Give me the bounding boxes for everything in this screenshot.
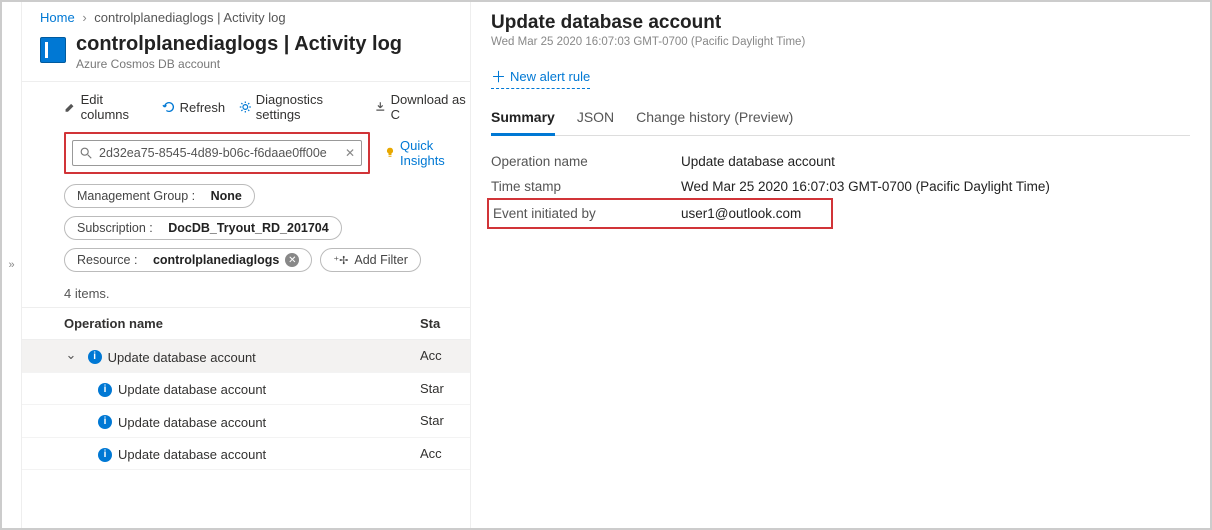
search-input-wrap: ✕: [72, 140, 362, 166]
filter-pill-resource[interactable]: Resource : controlplanediaglogs ✕: [64, 248, 312, 272]
table-row[interactable]: iUpdate database account Star: [22, 405, 470, 438]
col-status[interactable]: Sta: [420, 316, 470, 331]
field-value-timestamp: Wed Mar 25 2020 16:07:03 GMT-0700 (Pacif…: [681, 179, 1190, 194]
breadcrumb-home[interactable]: Home: [40, 10, 75, 25]
table-header: Operation name Sta: [22, 307, 470, 340]
quick-insights-link[interactable]: Quick Insights: [384, 138, 470, 168]
info-icon: i: [98, 383, 112, 397]
refresh-icon: [162, 100, 176, 114]
filter-pill-subscription[interactable]: Subscription : DocDB_Tryout_RD_201704: [64, 216, 342, 240]
field-value-initiated-by: user1@outlook.com: [681, 204, 1190, 223]
page-subtitle: Azure Cosmos DB account: [76, 57, 402, 71]
refresh-button[interactable]: Refresh: [162, 100, 226, 115]
status-cell: Acc: [420, 446, 470, 461]
breadcrumb: Home › controlplanediaglogs | Activity l…: [22, 10, 470, 31]
chevron-right-icon: ›: [82, 10, 86, 25]
filter-pill-mgmt-group[interactable]: Management Group : None: [64, 184, 255, 208]
detail-timestamp: Wed Mar 25 2020 16:07:03 GMT-0700 (Pacif…: [491, 36, 1190, 48]
table-row[interactable]: ⌄ iUpdate database account Acc: [22, 340, 470, 373]
plus-icon: ＋: [491, 66, 506, 87]
tab-summary[interactable]: Summary: [491, 103, 555, 136]
clear-search-button[interactable]: ✕: [345, 146, 355, 160]
field-label-timestamp: Time stamp: [491, 179, 681, 194]
status-cell: Star: [420, 413, 470, 428]
status-cell: Star: [420, 381, 470, 396]
download-icon: [374, 100, 387, 114]
status-cell: Acc: [420, 348, 470, 363]
bulb-icon: [384, 146, 396, 160]
search-input[interactable]: [99, 146, 339, 160]
diagnostics-button[interactable]: Diagnostics settings: [239, 92, 360, 122]
chevron-down-icon[interactable]: ⌄: [64, 347, 78, 363]
tab-change-history[interactable]: Change history (Preview): [636, 103, 793, 135]
col-operation[interactable]: Operation name: [64, 316, 420, 331]
expand-handle[interactable]: »: [2, 2, 22, 528]
remove-filter-button[interactable]: ✕: [285, 253, 299, 267]
info-icon: i: [98, 415, 112, 429]
edit-columns-button[interactable]: Edit columns: [64, 92, 148, 122]
item-count: 4 items.: [22, 280, 470, 307]
gear-icon: [239, 100, 252, 114]
download-button[interactable]: Download as C: [374, 92, 470, 122]
page-title: controlplanediaglogs | Activity log: [76, 33, 402, 56]
pencil-icon: [64, 100, 77, 114]
info-icon: i: [88, 350, 102, 364]
add-filter-button[interactable]: ⁺✢ Add Filter: [320, 248, 421, 272]
detail-title: Update database account: [491, 12, 1190, 34]
info-icon: i: [98, 448, 112, 462]
field-value-operation: Update database account: [681, 154, 1190, 169]
table-row[interactable]: iUpdate database account Star: [22, 373, 470, 406]
search-highlight: ✕: [64, 132, 370, 174]
tab-json[interactable]: JSON: [577, 103, 614, 135]
search-icon: [79, 146, 93, 160]
field-label-operation: Operation name: [491, 154, 681, 169]
table-row[interactable]: iUpdate database account Acc: [22, 438, 470, 471]
resource-icon: [40, 37, 66, 63]
breadcrumb-current: controlplanediaglogs | Activity log: [94, 10, 285, 25]
new-alert-rule-link[interactable]: ＋ New alert rule: [491, 66, 590, 89]
field-label-initiated-by: Event initiated by: [487, 198, 685, 229]
detail-tabs: Summary JSON Change history (Preview): [491, 103, 1190, 136]
